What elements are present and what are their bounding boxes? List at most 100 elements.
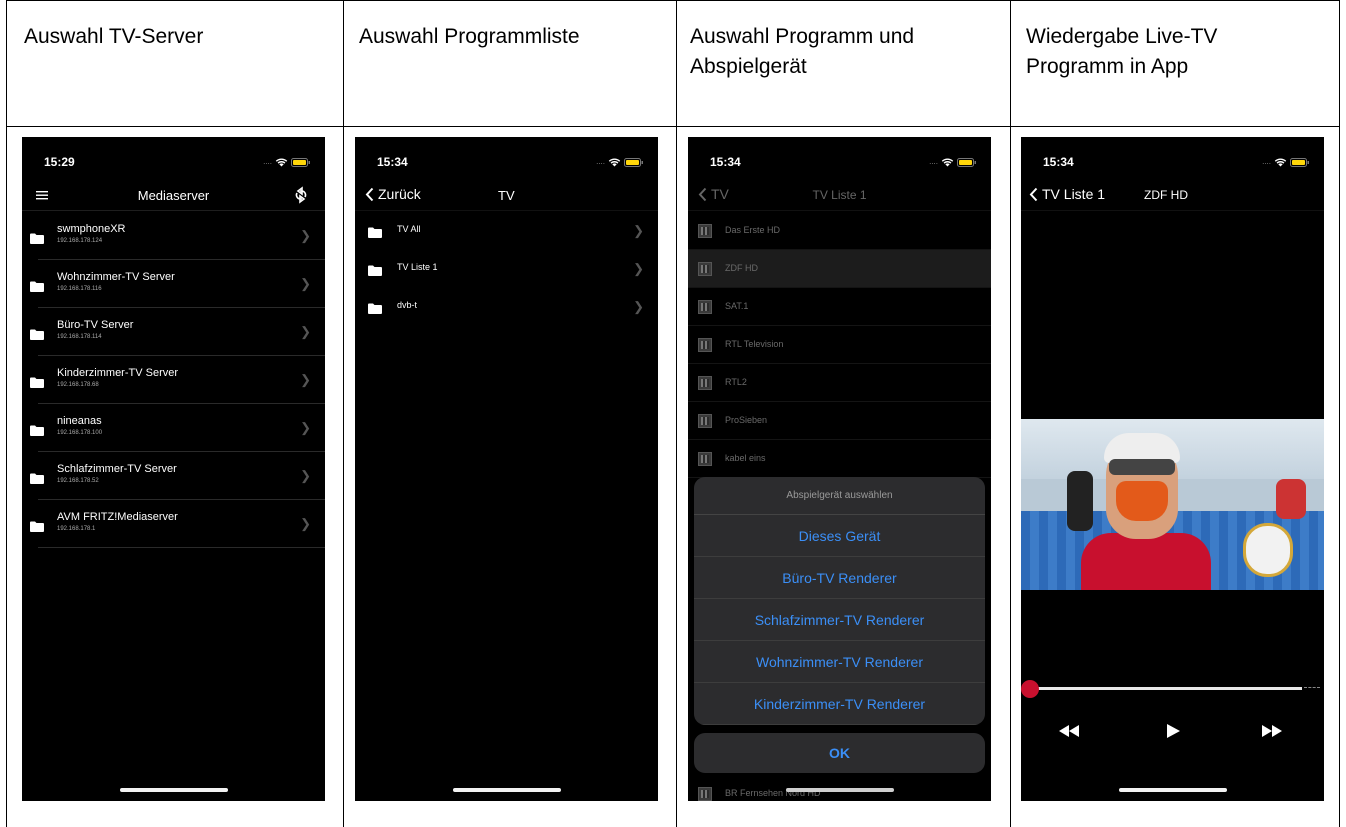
table-row-divider — [6, 126, 1340, 127]
video-athlete-jacket — [1081, 533, 1211, 590]
server-name: swmphoneXR — [57, 223, 126, 235]
channel-icon — [698, 787, 712, 801]
chevron-right-icon: ❯ — [300, 468, 311, 483]
folder-icon — [30, 423, 44, 441]
channel-icon — [698, 452, 712, 466]
channel-row[interactable]: RTL2 — [688, 364, 991, 402]
list-item[interactable]: swmphoneXR 192.168.178.124 ❯ — [22, 212, 325, 260]
folder-icon — [368, 301, 382, 319]
status-time: 15:34 — [1043, 155, 1074, 169]
table-border-right — [1339, 0, 1340, 827]
play-icon[interactable] — [1166, 724, 1180, 738]
list-item[interactable]: Kinderzimmer-TV Server 192.168.178.68 ❯ — [22, 356, 325, 404]
nav-bar: Zurück TV — [355, 181, 658, 211]
signal-dots-icon: .... — [1262, 157, 1271, 166]
channel-row[interactable]: ZDF HD — [688, 250, 991, 288]
device-option[interactable]: Dieses Gerät — [694, 515, 985, 557]
folder-icon — [368, 263, 382, 281]
list-item[interactable]: dvb-t ❯ — [355, 288, 658, 326]
server-name: Schlafzimmer-TV Server — [57, 463, 177, 475]
server-name: Kinderzimmer-TV Server — [57, 367, 179, 379]
channel-icon — [698, 300, 712, 314]
back-chevron-icon — [1029, 187, 1038, 201]
status-time: 15:29 — [44, 155, 75, 169]
channel-name: Das Erste HD — [725, 225, 781, 235]
list-item[interactable]: Wohnzimmer-TV Server 192.168.178.116 ❯ — [22, 260, 325, 308]
table-divider-1 — [343, 0, 344, 827]
fast-forward-icon[interactable] — [1262, 725, 1282, 737]
back-label: Zurück — [378, 186, 421, 202]
server-ip: 192.168.178.68 — [57, 382, 99, 388]
nav-bar: Mediaserver — [22, 181, 325, 211]
table-border-top — [6, 0, 1340, 1]
channel-row[interactable]: ProSieben — [688, 402, 991, 440]
status-bar: 15:34 .... — [355, 155, 658, 171]
device-option[interactable]: Büro-TV Renderer — [694, 557, 985, 599]
wifi-icon — [608, 158, 621, 167]
table-divider-2 — [676, 0, 677, 827]
refresh-icon[interactable] — [293, 186, 309, 204]
video-athlete-mask — [1116, 481, 1168, 521]
wifi-icon — [1274, 158, 1287, 167]
battery-icon — [1290, 157, 1309, 167]
progress-track[interactable] — [1029, 687, 1302, 690]
list-item[interactable]: Büro-TV Server 192.168.178.114 ❯ — [22, 308, 325, 356]
nav-title: TV Liste 1 — [812, 188, 867, 202]
channel-name: ProSieben — [725, 415, 768, 425]
folder-icon — [30, 327, 44, 345]
signal-dots-icon: .... — [263, 157, 272, 166]
server-ip: 192.168.178.114 — [57, 334, 102, 340]
nav-bar: TV TV Liste 1 — [688, 181, 991, 211]
folder-icon — [30, 471, 44, 489]
nav-title: TV — [498, 188, 515, 203]
server-name: Wohnzimmer-TV Server — [57, 271, 175, 283]
chevron-right-icon: ❯ — [633, 261, 644, 276]
column-header-4: Wiedergabe Live-TV Programm in App — [1026, 25, 1218, 78]
list-item[interactable]: nineanas 192.168.178.100 ❯ — [22, 404, 325, 452]
list-item[interactable]: TV All ❯ — [355, 212, 658, 250]
wifi-icon — [275, 158, 288, 167]
nav-bar: TV Liste 1 ZDF HD — [1021, 181, 1324, 211]
list-item[interactable]: AVM FRITZ!Mediaserver 192.168.178.1 ❯ — [22, 500, 325, 548]
folder-icon — [30, 375, 44, 393]
back-button[interactable]: TV Liste 1 — [1029, 186, 1105, 202]
device-option[interactable]: Kinderzimmer-TV Renderer — [694, 683, 985, 725]
phone-screen-programmauswahl: 15:34 .... TV TV Liste 1 Das Erste HD ZDF… — [688, 137, 991, 801]
channel-row[interactable]: RTL Television — [688, 326, 991, 364]
server-ip: 192.168.178.1 — [57, 526, 96, 532]
device-list: Dieses Gerät Büro-TV Renderer Schlafzimmer… — [694, 515, 985, 725]
channel-name: kabel eins — [725, 453, 766, 463]
ok-button[interactable]: OK — [694, 733, 985, 773]
channel-row[interactable]: kabel eins — [688, 440, 991, 478]
rewind-icon[interactable] — [1059, 725, 1079, 737]
chevron-right-icon: ❯ — [300, 372, 311, 387]
video-frame[interactable] — [1021, 419, 1324, 590]
status-bar: 15:29 .... — [22, 155, 325, 171]
channel-icon — [698, 338, 712, 352]
nav-title: ZDF HD — [1144, 188, 1188, 202]
device-option[interactable]: Schlafzimmer-TV Renderer — [694, 599, 985, 641]
home-indicator — [452, 788, 561, 792]
device-picker-sheet: Abspielgerät auswählen Dieses Gerät Büro-… — [694, 477, 985, 725]
back-chevron-icon — [365, 187, 374, 201]
channel-row[interactable]: Das Erste HD — [688, 212, 991, 250]
list-item[interactable]: Schlafzimmer-TV Server 192.168.178.52 ❯ — [22, 452, 325, 500]
chevron-right-icon: ❯ — [300, 228, 311, 243]
channel-icon — [698, 224, 712, 238]
channel-name: ZDF HD — [725, 263, 758, 273]
chevron-right-icon: ❯ — [300, 276, 311, 291]
channel-icon — [698, 376, 712, 390]
progress-thumb[interactable] — [1021, 680, 1039, 698]
video-bystander — [1067, 471, 1093, 531]
home-indicator — [785, 788, 894, 792]
status-bar: 15:34 .... — [688, 155, 991, 171]
channel-row[interactable]: SAT.1 — [688, 288, 991, 326]
device-option[interactable]: Wohnzimmer-TV Renderer — [694, 641, 985, 683]
list-item[interactable]: TV Liste 1 ❯ — [355, 250, 658, 288]
channel-name: RTL Television — [725, 339, 784, 349]
phone-screen-programmliste: 15:34 .... Zurück TV TV All ❯ TV Liste 1 ❯ d… — [355, 137, 658, 801]
signal-dots-icon: .... — [929, 157, 938, 166]
back-button[interactable]: Zurück — [365, 186, 421, 202]
column-header-3: Auswahl Programm und Abspielgerät — [690, 25, 915, 78]
server-ip: 192.168.178.116 — [57, 286, 102, 292]
